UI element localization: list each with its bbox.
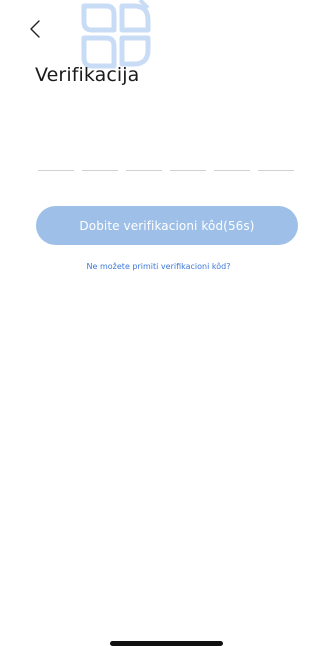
code-digit-slot-5[interactable]	[214, 170, 250, 171]
get-verification-code-label: Dobite verifikacioni kôd(56s)	[79, 218, 255, 233]
cannot-receive-code-link[interactable]: Ne možete primiti verifikacioni kôd?	[0, 262, 317, 271]
code-digit-slot-4[interactable]	[170, 170, 206, 171]
get-verification-code-button[interactable]: Dobite verifikacioni kôd(56s)	[36, 206, 298, 245]
verification-screen: Verifikacija Dobite verifikacioni kôd(56…	[0, 0, 317, 646]
home-indicator[interactable]	[110, 641, 223, 646]
code-digit-slot-3[interactable]	[126, 170, 162, 171]
page-title: Verifikacija	[35, 64, 140, 86]
verification-code-input[interactable]	[38, 168, 294, 174]
chevron-left-icon	[30, 20, 40, 38]
code-digit-slot-1[interactable]	[38, 170, 74, 171]
code-digit-slot-2[interactable]	[82, 170, 118, 171]
back-button[interactable]	[22, 14, 48, 44]
code-digit-slot-6[interactable]	[258, 170, 294, 171]
brand-logo-watermark	[81, 0, 151, 69]
